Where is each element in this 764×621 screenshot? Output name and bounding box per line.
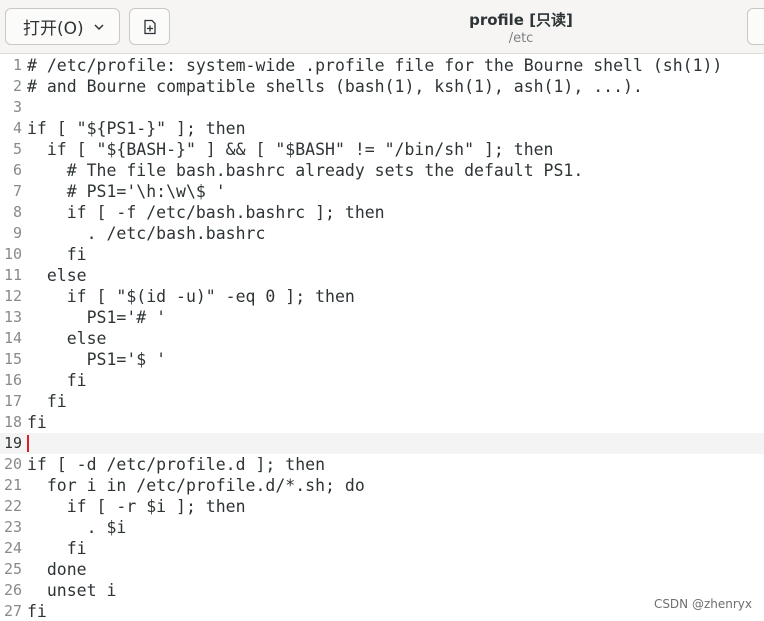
editor-line[interactable]: 10 fi	[0, 244, 764, 265]
line-number: 19	[3, 434, 22, 452]
line-text: # The file bash.bashrc already sets the …	[27, 161, 584, 180]
line-text: if [ "${BASH-}" ] && [ "$BASH" != "/bin/…	[27, 140, 554, 159]
line-number: 26	[3, 581, 22, 599]
line-text: PS1='$ '	[27, 350, 167, 369]
line-text: if [ -f /etc/bash.bashrc ]; then	[27, 203, 385, 222]
editor-line[interactable]: 20 if [ -d /etc/profile.d ]; then	[0, 454, 764, 475]
header-bar: 打开(O) profile [只读] /etc	[0, 0, 764, 54]
editor-line[interactable]: 2 # and Bourne compatible shells (bash(1)…	[0, 76, 764, 97]
editor-line[interactable]: 4 if [ "${PS1-}" ]; then	[0, 118, 764, 139]
line-number: 18	[3, 413, 22, 431]
editor-line[interactable]: 6 # The file bash.bashrc already sets th…	[0, 160, 764, 181]
line-text: if [ -d /etc/profile.d ]; then	[27, 455, 326, 474]
line-text: fi	[27, 392, 67, 411]
line-text: else	[27, 329, 107, 348]
editor-line[interactable]: 23 . $i	[0, 517, 764, 538]
editor-line[interactable]: 7 # PS1='\h:\w\$ '	[0, 181, 764, 202]
line-number: 20	[3, 455, 22, 473]
line-number: 12	[3, 287, 22, 305]
line-number: 5	[12, 140, 22, 158]
editor-line[interactable]: 3	[0, 97, 764, 118]
editor-line[interactable]: 19	[0, 433, 764, 454]
editor-line[interactable]: 25 done	[0, 559, 764, 580]
editor-line[interactable]: 16 fi	[0, 370, 764, 391]
line-number: 13	[3, 308, 22, 326]
text-cursor	[27, 435, 29, 452]
editor-line[interactable]: 11 else	[0, 265, 764, 286]
editor-line[interactable]: 1 # /etc/profile: system-wide .profile fi…	[0, 55, 764, 76]
line-number: 25	[3, 560, 22, 578]
line-text: if [ "${PS1-}" ]; then	[27, 119, 246, 138]
editor-line[interactable]: 24 fi	[0, 538, 764, 559]
line-text: if [ -r $i ]; then	[27, 497, 246, 516]
line-number: 3	[12, 98, 22, 116]
editor-line[interactable]: 27 fi	[0, 601, 764, 621]
window-title: profile [只读]	[469, 11, 573, 29]
line-number: 7	[12, 182, 22, 200]
editor-line[interactable]: 26 unset i	[0, 580, 764, 601]
editor-line[interactable]: 18 fi	[0, 412, 764, 433]
line-number: 9	[12, 224, 22, 242]
line-number: 21	[3, 476, 22, 494]
line-text: fi	[27, 245, 87, 264]
line-text: # /etc/profile: system-wide .profile fil…	[27, 56, 723, 75]
window-subtitle: /etc	[508, 31, 534, 46]
line-number: 15	[3, 350, 22, 368]
line-text: else	[27, 266, 87, 285]
editor-line[interactable]: 13 PS1='# '	[0, 307, 764, 328]
line-text: PS1='# '	[27, 308, 167, 327]
editor-line[interactable]: 14 else	[0, 328, 764, 349]
line-text: . $i	[27, 518, 127, 537]
line-text: for i in /etc/profile.d/*.sh; do	[27, 476, 365, 495]
line-number: 14	[3, 329, 22, 347]
line-number: 23	[3, 518, 22, 536]
editor-line[interactable]: 21 for i in /etc/profile.d/*.sh; do	[0, 475, 764, 496]
line-number: 4	[12, 119, 22, 137]
line-number: 17	[3, 392, 22, 410]
line-text: fi	[27, 413, 47, 432]
watermark: CSDN @zhenryx	[653, 597, 752, 611]
line-number: 2	[12, 77, 22, 95]
line-text: fi	[27, 371, 87, 390]
line-number: 27	[3, 602, 22, 620]
line-number: 24	[3, 539, 22, 557]
line-number: 8	[12, 203, 22, 221]
line-text: # and Bourne compatible shells (bash(1),…	[27, 77, 643, 96]
line-number: 1	[12, 56, 22, 74]
line-text: fi	[27, 602, 47, 621]
text-editor[interactable]: 1 # /etc/profile: system-wide .profile fi…	[0, 55, 764, 621]
editor-line[interactable]: 15 PS1='$ '	[0, 349, 764, 370]
editor-line[interactable]: 22 if [ -r $i ]; then	[0, 496, 764, 517]
line-text: fi	[27, 539, 87, 558]
line-text: done	[27, 560, 87, 579]
editor-line[interactable]: 5 if [ "${BASH-}" ] && [ "$BASH" != "/bi…	[0, 139, 764, 160]
editor-line[interactable]: 12 if [ "$(id -u)" -eq 0 ]; then	[0, 286, 764, 307]
menu-button[interactable]	[747, 8, 764, 45]
line-number: 6	[12, 161, 22, 179]
line-number: 22	[3, 497, 22, 515]
editor-line[interactable]: 17 fi	[0, 391, 764, 412]
line-text: . /etc/bash.bashrc	[27, 224, 266, 243]
line-text: if [ "$(id -u)" -eq 0 ]; then	[27, 287, 355, 306]
line-text: # PS1='\h:\w\$ '	[27, 182, 226, 201]
line-number: 11	[3, 266, 22, 284]
line-text: unset i	[27, 581, 117, 600]
editor-line[interactable]: 9 . /etc/bash.bashrc	[0, 223, 764, 244]
editor-line[interactable]: 8 if [ -f /etc/bash.bashrc ]; then	[0, 202, 764, 223]
line-number: 10	[3, 245, 22, 263]
line-number: 16	[3, 371, 22, 389]
